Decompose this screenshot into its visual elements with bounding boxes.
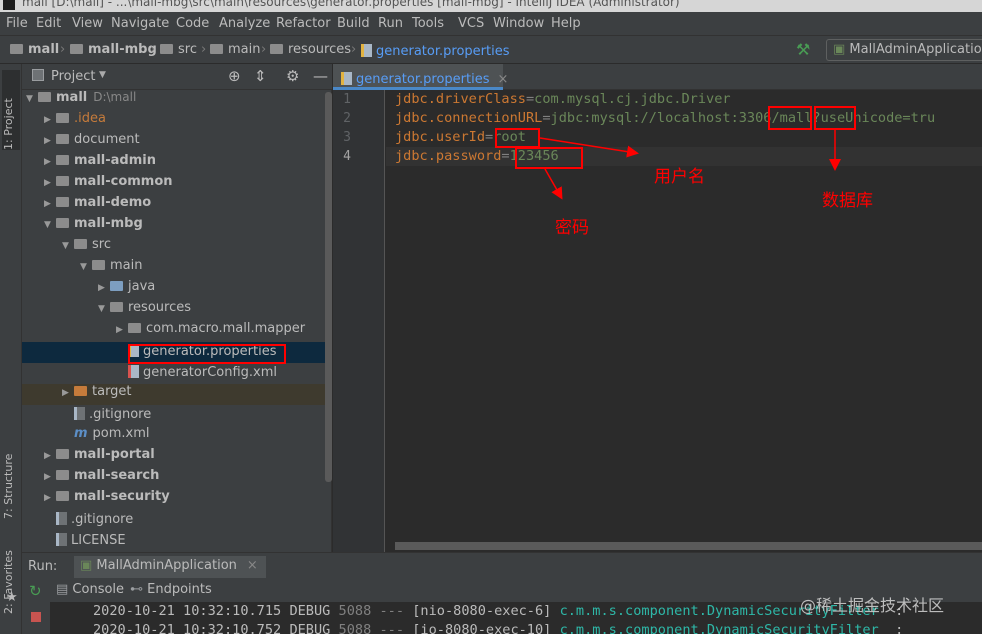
- stop-icon[interactable]: [31, 612, 41, 622]
- annotation-database: 数据库: [822, 191, 873, 211]
- log-line: 2020-10-21 10:32:10.752 DEBUG 5088 --- […: [93, 622, 904, 634]
- tab-endpoints[interactable]: ⊷ Endpoints: [130, 582, 212, 597]
- ide-window: mall [D:\mall] - ...\mall-mbg\src\main\r…: [0, 0, 982, 634]
- annotation-username: 用户名: [654, 167, 705, 187]
- rerun-icon[interactable]: ↻: [29, 582, 42, 600]
- watermark: @稀土掘金技术社区: [800, 596, 945, 615]
- tab-console[interactable]: ▤ Console: [56, 582, 124, 597]
- run-tab-mall-admin[interactable]: ▣ MallAdminApplication ×: [74, 556, 266, 578]
- log-line: 2020-10-21 10:32:10.715 DEBUG 5088 --- […: [93, 603, 904, 619]
- close-icon[interactable]: ×: [247, 558, 258, 573]
- star-icon[interactable]: ★: [6, 590, 18, 605]
- annotation-arrows: [539, 130, 841, 200]
- editor-horizontal-scrollbar[interactable]: [395, 542, 982, 550]
- annotation-password: 密码: [555, 218, 589, 238]
- console-icon: ▤: [56, 582, 73, 597]
- run-label: Run:: [28, 559, 58, 574]
- endpoints-icon: ⊷: [130, 582, 148, 597]
- run-config-icon: ▣: [80, 558, 97, 573]
